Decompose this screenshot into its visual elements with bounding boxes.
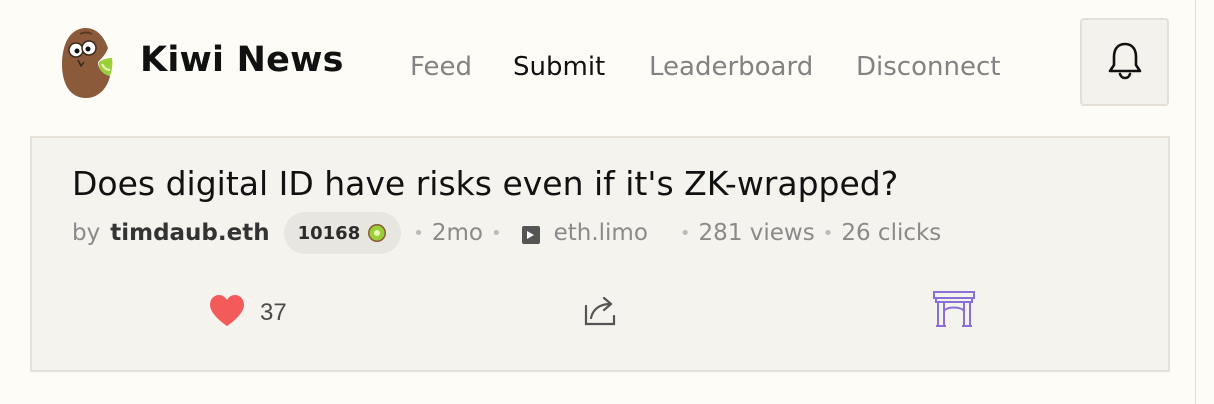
heart-icon [208, 294, 246, 332]
karma-count: 10168 [297, 222, 361, 244]
story-domain[interactable]: eth.limo [554, 220, 648, 246]
nav-leaderboard[interactable]: Leaderboard [649, 52, 813, 82]
nav-feed[interactable]: Feed [410, 52, 472, 82]
story-age: 2mo [431, 220, 483, 246]
meta-separator: • [490, 222, 502, 244]
nav-submit[interactable]: Submit [513, 52, 605, 82]
upvote-button[interactable]: 37 [208, 294, 287, 332]
meta-separator: • [822, 222, 834, 244]
story-clicks: 26 clicks [841, 220, 942, 246]
arch-icon [932, 291, 976, 332]
story-views: 281 views [698, 220, 815, 246]
story-meta: by timdaub.eth 10168 • 2mo • eth.limo • … [72, 212, 941, 254]
story-actions: 37 [32, 288, 1168, 338]
favicon-icon [521, 224, 540, 244]
archive-button[interactable] [932, 288, 976, 332]
share-icon [582, 296, 620, 332]
upvote-count: 37 [260, 299, 287, 326]
author-link[interactable]: timdaub.eth [110, 220, 269, 246]
site-title[interactable]: Kiwi News [140, 40, 344, 80]
page-right-border [1195, 0, 1196, 404]
kiwi-mascot-icon[interactable] [58, 24, 116, 102]
meta-separator: • [413, 222, 424, 244]
story-title[interactable]: Does digital ID have risks even if it's … [72, 164, 898, 203]
bell-icon [1106, 40, 1144, 84]
notifications-button[interactable] [1080, 18, 1169, 106]
nav-disconnect[interactable]: Disconnect [856, 52, 1000, 82]
meta-separator: • [679, 222, 691, 244]
site-header: Kiwi News Feed Submit Leaderboard Discon… [0, 0, 1195, 130]
share-button[interactable] [582, 292, 620, 332]
by-label: by [72, 220, 101, 246]
kiwi-slice-icon [367, 223, 387, 243]
story-card: Does digital ID have risks even if it's … [30, 136, 1170, 372]
karma-badge[interactable]: 10168 [283, 212, 402, 254]
